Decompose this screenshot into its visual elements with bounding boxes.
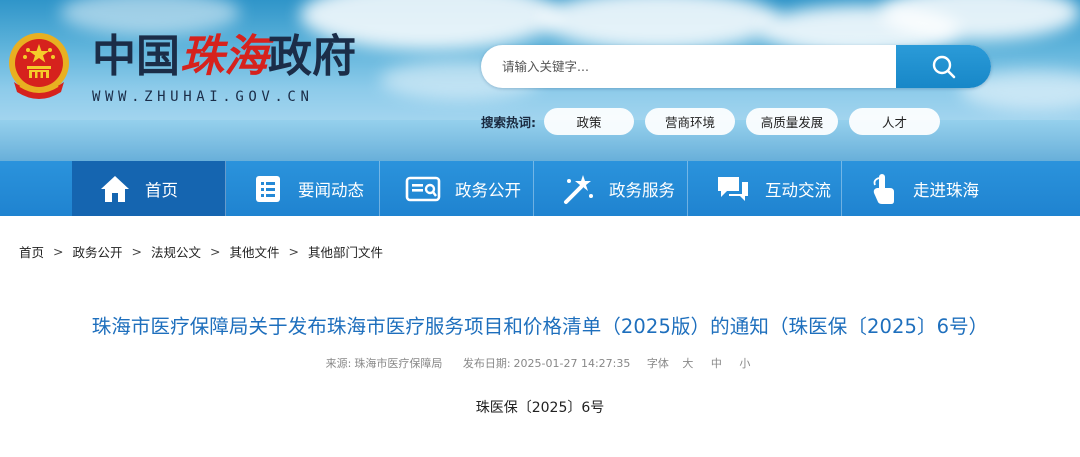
date-label: 发布日期: (462, 357, 511, 370)
search-button[interactable] (896, 45, 991, 88)
breadcrumb-regulations[interactable]: 法规公文 (151, 242, 201, 261)
site-title-calligraphy: 珠海 (180, 31, 268, 82)
hot-search-label: 搜索热词: (481, 115, 536, 130)
font-size-label: 字体 (646, 357, 669, 370)
nav-item-interaction[interactable]: 互动交流 (688, 161, 842, 216)
breadcrumb-gov-affairs-open[interactable]: 政务公开 (73, 242, 123, 261)
hot-tag-policy[interactable]: 政策 (544, 108, 634, 135)
search-input[interactable] (481, 45, 897, 88)
nav-item-about-zhuhai[interactable]: 走进珠海 (842, 161, 996, 216)
nav-item-label: 政务服务 (609, 180, 675, 200)
main-nav: 首页 要闻动态 政务公开 政务服务 互动交流 走进珠海 (0, 161, 1080, 216)
hot-tag-talent[interactable]: 人才 (849, 108, 940, 135)
breadcrumb-separator-icon: > (288, 243, 299, 259)
hot-tag-high-quality-development[interactable]: 高质量发展 (746, 108, 838, 135)
document-number: 珠医保〔2025〕6号 (475, 400, 605, 416)
nav-item-home[interactable]: 首页 (72, 161, 226, 216)
breadcrumb-other-files[interactable]: 其他文件 (230, 242, 280, 261)
nav-item-gov-services[interactable]: 政务服务 (534, 161, 688, 216)
nav-item-gov-affairs-open[interactable]: 政务公开 (380, 161, 534, 216)
breadcrumb-separator-icon: > (53, 243, 64, 259)
chat-bubble-icon (718, 176, 748, 201)
search-box (481, 45, 991, 88)
breadcrumb: 首页 > 政务公开 > 法规公文 > 其他文件 > 其他部门文件 (19, 241, 383, 261)
breadcrumb-separator-icon: > (210, 243, 221, 259)
nav-item-label: 政务公开 (455, 180, 521, 200)
nav-item-label: 走进珠海 (913, 180, 979, 200)
search-icon (932, 55, 955, 78)
font-size-medium-button[interactable]: 中 (711, 357, 722, 370)
pointer-hand-icon (873, 173, 894, 204)
date-value: 2025-01-27 14:27:35 (513, 357, 631, 370)
hot-tag-business-environment[interactable]: 营商环境 (645, 108, 735, 135)
breadcrumb-separator-icon: > (131, 243, 142, 259)
nav-item-news[interactable]: 要闻动态 (226, 161, 380, 216)
home-icon (101, 175, 129, 202)
site-domain: WWW.ZHUHAI.GOV.CN (92, 89, 314, 105)
news-list-icon (256, 175, 280, 202)
magic-wand-icon (564, 174, 593, 204)
article-meta: 来源: 珠海市医疗保障局 发布日期: 2025-01-27 14:27:35 字体 … (0, 355, 1080, 371)
font-size-small-button[interactable]: 小 (739, 357, 750, 370)
site-title-prefix: 中国 (92, 31, 180, 82)
article-title: 珠海市医疗保障局关于发布珠海市医疗服务项目和价格清单（2025版）的通知（珠医保… (91, 315, 989, 338)
site-title-suffix: 政府 (268, 31, 356, 82)
source-label: 来源: (325, 357, 352, 370)
nav-item-label: 首页 (145, 180, 178, 200)
site-title[interactable]: 中国 珠海 政府 (92, 31, 356, 84)
nav-item-label: 互动交流 (765, 180, 831, 200)
national-emblem-icon (9, 33, 69, 99)
breadcrumb-home[interactable]: 首页 (19, 242, 44, 261)
site-header: 中国珠海政府 WWW.ZHUHAI.GOV.CN 搜索热词: 政策 营商环境 高… (0, 0, 1080, 161)
hot-search: 搜索热词: 政策 营商环境 高质量发展 人才 (481, 108, 951, 135)
id-card-icon (405, 176, 441, 201)
nav-item-label: 要闻动态 (298, 180, 364, 200)
breadcrumb-other-department-files[interactable]: 其他部门文件 (308, 242, 383, 261)
font-size-large-button[interactable]: 大 (682, 357, 693, 370)
source-value: 珠海市医疗保障局 (354, 357, 443, 370)
